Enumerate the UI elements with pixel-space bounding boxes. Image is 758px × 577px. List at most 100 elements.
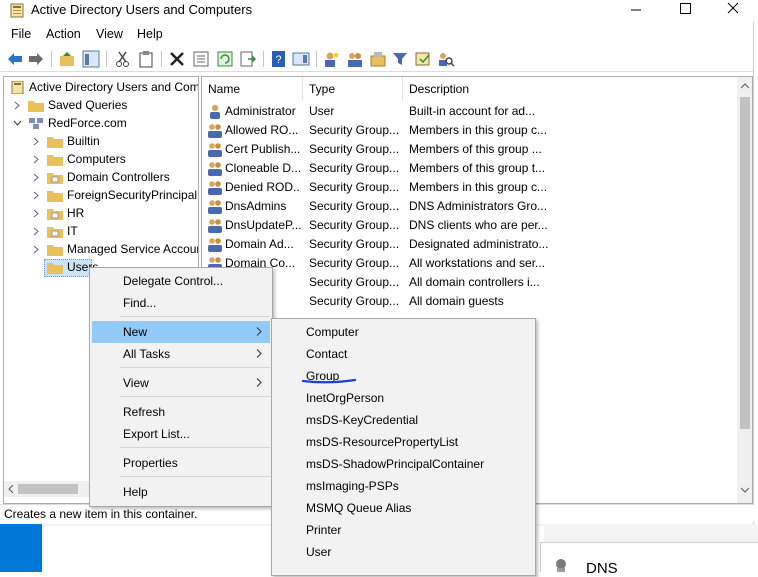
add-to-group-icon[interactable]	[414, 50, 432, 68]
tree-item-users[interactable]: Users	[8, 259, 98, 277]
menu-file[interactable]: File	[11, 27, 31, 41]
menu-item-refresh[interactable]: Refresh	[92, 401, 270, 423]
list-vertical-scrollbar[interactable]	[737, 77, 752, 503]
close-icon	[727, 2, 739, 14]
help-icon[interactable]: ?	[270, 50, 288, 68]
find-users-icon[interactable]	[437, 50, 455, 68]
table-row[interactable]: Domain Co... Security Group... All worksta…	[202, 254, 737, 273]
tree-label: Saved Queries	[48, 98, 128, 112]
scroll-left-icon[interactable]	[7, 485, 15, 493]
chevron-down-icon[interactable]	[13, 119, 22, 128]
chevron-right-icon[interactable]	[32, 245, 41, 254]
submenu-item-contact[interactable]: Contact	[274, 343, 533, 365]
column-header-type[interactable]: Type	[303, 77, 403, 101]
new-user-icon[interactable]	[322, 50, 340, 68]
menu-view[interactable]: View	[96, 27, 123, 41]
toolbar: ?	[0, 46, 754, 72]
back-arrow-icon[interactable]	[6, 50, 24, 68]
chevron-right-icon	[256, 378, 262, 387]
cell-name: DnsAdmins	[225, 199, 287, 213]
minimize-button[interactable]	[612, 0, 658, 22]
tree-label: Builtin	[67, 134, 100, 148]
cell-description: Members in this group c...	[409, 123, 548, 137]
refresh-icon[interactable]	[216, 50, 234, 68]
column-header-description[interactable]: Description	[403, 77, 737, 101]
chevron-right-icon[interactable]	[13, 101, 22, 110]
folder-icon	[28, 101, 44, 112]
column-header-name[interactable]: Name	[202, 77, 303, 101]
chevron-right-icon[interactable]	[32, 173, 41, 182]
menu-item-new[interactable]: New	[92, 321, 270, 343]
group-icon	[208, 143, 222, 157]
table-row[interactable]: ...on...Security Group...All domain cont…	[202, 273, 737, 292]
cell-name: Cloneable D...	[225, 161, 301, 175]
cut-icon[interactable]	[114, 50, 132, 68]
menu-item-export-list[interactable]: Export List...	[92, 423, 270, 445]
title-bar[interactable]: Active Directory Users and Computers	[0, 0, 754, 22]
chevron-right-icon[interactable]	[32, 155, 41, 164]
cell-type: Security Group...	[309, 218, 400, 232]
menu-separator	[120, 396, 270, 397]
submenu-item-msimaging-psps[interactable]: msImaging-PSPs	[274, 475, 533, 497]
submenu-item-msmq-queue-alias[interactable]: MSMQ Queue Alias	[274, 497, 533, 519]
menu-bar: File Action View Help	[0, 24, 754, 44]
menu-action[interactable]: Action	[46, 27, 81, 41]
new-ou-icon[interactable]	[369, 50, 387, 68]
show-hide-tree-icon[interactable]	[82, 50, 100, 68]
menu-item-view[interactable]: View	[92, 372, 270, 394]
table-row[interactable]: Domain Ad... Security Group... Designated …	[202, 235, 737, 254]
cell-description: Designated administrato...	[409, 237, 549, 251]
new-group-icon[interactable]	[346, 50, 364, 68]
background-dns-tile[interactable]	[540, 542, 758, 572]
group-icon	[208, 124, 222, 138]
menu-help[interactable]: Help	[137, 27, 163, 41]
export-list-icon[interactable]	[239, 50, 257, 68]
submenu-item-user[interactable]: User	[274, 541, 533, 563]
menu-item-find[interactable]: Find...	[92, 292, 270, 314]
folder-icon	[47, 137, 63, 148]
submenu-item-msds-keycredential[interactable]: msDS-KeyCredential	[274, 409, 533, 431]
filter-icon[interactable]	[391, 50, 409, 68]
chevron-right-icon[interactable]	[32, 137, 41, 146]
submenu-item-msds-resourcepropertylist[interactable]: msDS-ResourcePropertyList	[274, 431, 533, 453]
menu-item-properties[interactable]: Properties	[92, 452, 270, 474]
table-row[interactable]: DnsUpdateP... Security Group... DNS client…	[202, 216, 737, 235]
submenu-item-msds-shadowprincipalcontainer[interactable]: msDS-ShadowPrincipalContainer	[274, 453, 533, 475]
menu-item-all-tasks[interactable]: All Tasks	[92, 343, 270, 365]
table-row[interactable]: Allowed RO... Security Group... Members in…	[202, 121, 737, 140]
chevron-right-icon[interactable]	[32, 209, 41, 218]
cell-type: Security Group...	[309, 237, 400, 251]
submenu-item-computer[interactable]: Computer	[274, 321, 533, 343]
submenu-item-printer[interactable]: Printer	[274, 519, 533, 541]
scroll-up-icon[interactable]	[741, 82, 749, 90]
menu-item-delegate-control[interactable]: Delegate Control...	[92, 270, 270, 292]
forward-arrow-icon[interactable]	[27, 50, 45, 68]
menu-separator	[120, 476, 270, 477]
scroll-down-icon[interactable]	[741, 486, 749, 494]
table-row[interactable]: Cert Publish... Security Group... Members …	[202, 140, 737, 159]
chevron-right-icon[interactable]	[32, 227, 41, 236]
scroll-thumb[interactable]	[740, 97, 750, 429]
toolbar-separator	[161, 51, 162, 67]
action-pane-icon[interactable]	[292, 50, 310, 68]
table-row[interactable]: DnsAdmins Security Group... DNS Administra…	[202, 197, 737, 216]
folder-icon	[47, 191, 63, 202]
maximize-button[interactable]	[662, 0, 708, 22]
clipboard-icon[interactable]	[137, 50, 155, 68]
tree-label: Domain Controllers	[67, 170, 170, 184]
context-menu: Delegate Control... Find... New All Task…	[89, 267, 273, 507]
scroll-thumb[interactable]	[18, 484, 78, 494]
menu-item-help[interactable]: Help	[92, 481, 270, 503]
table-row[interactable]: Cloneable D... Security Group... Members o…	[202, 159, 737, 178]
annotation-underline	[301, 378, 357, 384]
table-row[interactable]: Denied ROD... Security Group... Members in…	[202, 178, 737, 197]
chevron-right-icon[interactable]	[32, 191, 41, 200]
submenu-item-inetorgperson[interactable]: InetOrgPerson	[274, 387, 533, 409]
properties-icon[interactable]	[192, 50, 210, 68]
table-row[interactable]: Administrator User Built-in account for ad…	[202, 102, 737, 121]
up-folder-icon[interactable]	[58, 50, 76, 68]
cell-description: Built-in account for ad...	[409, 104, 536, 118]
delete-icon[interactable]	[168, 50, 186, 68]
close-button[interactable]	[708, 0, 754, 22]
table-row[interactable]: ...ue...Security Group...All domain gues…	[202, 292, 737, 311]
